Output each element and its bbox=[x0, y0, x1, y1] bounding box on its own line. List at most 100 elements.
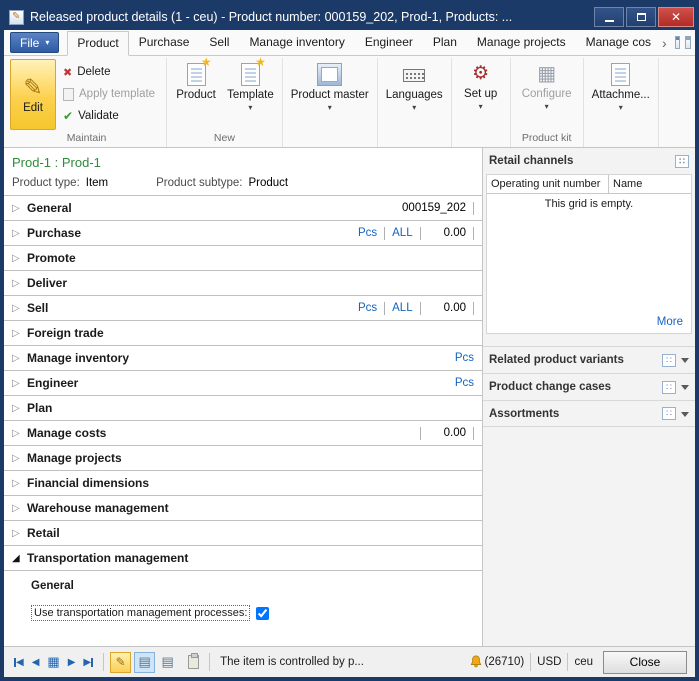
apply-template-icon bbox=[63, 88, 74, 101]
next-record-button[interactable]: ▶ bbox=[64, 657, 80, 668]
grid-empty-area bbox=[487, 212, 691, 312]
workspace-icon[interactable] bbox=[685, 36, 691, 49]
product-button[interactable]: Product bbox=[170, 59, 222, 101]
configure-button[interactable]: ▦ Configure ▾ bbox=[514, 59, 580, 111]
fasttab-retail[interactable]: ▷Retail bbox=[4, 521, 482, 546]
chevron-down-icon[interactable] bbox=[681, 385, 689, 394]
factbox-menu-icon[interactable]: ∷ bbox=[662, 407, 676, 420]
window-layout-icon[interactable] bbox=[675, 36, 681, 49]
field-divider bbox=[473, 202, 474, 215]
product-master-button[interactable]: Product master ▾ bbox=[286, 59, 374, 112]
summary-link[interactable]: ALL bbox=[392, 302, 412, 314]
expand-arrow-icon: ▷ bbox=[12, 303, 27, 314]
ribbon-group-languages: Languages ▾ bbox=[378, 58, 452, 147]
languages-icon bbox=[403, 69, 425, 82]
tab-plan[interactable]: Plan bbox=[423, 30, 467, 55]
last-record-button[interactable]: ▶ bbox=[79, 657, 97, 668]
first-record-button[interactable]: ◀ bbox=[10, 657, 28, 668]
group-label-product-kit: Product kit bbox=[514, 132, 580, 146]
close-window-button[interactable]: ✕ bbox=[658, 7, 694, 27]
factbox-related-product-variants[interactable]: Related product variants∷ bbox=[483, 346, 695, 373]
factbox-product-change-cases[interactable]: Product change cases∷ bbox=[483, 373, 695, 400]
fasttab-promote[interactable]: ▷Promote bbox=[4, 246, 482, 271]
factbox-menu-icon[interactable]: ∷ bbox=[675, 155, 689, 168]
fasttab-financial-dimensions[interactable]: ▷Financial dimensions bbox=[4, 471, 482, 496]
factbox-assortments[interactable]: Assortments∷ bbox=[483, 400, 695, 427]
company-indicator[interactable]: ceu bbox=[574, 656, 593, 668]
ribbon-tab-row: File ▾ ProductPurchaseSellManage invento… bbox=[4, 30, 695, 56]
fasttab-general[interactable]: ▷General000159_202 bbox=[4, 196, 482, 221]
tab-sell[interactable]: Sell bbox=[199, 30, 239, 55]
factbox-retail-channels-header[interactable]: Retail channels ∷ bbox=[483, 148, 695, 174]
chevron-down-icon[interactable] bbox=[681, 412, 689, 421]
fasttab-manage-costs[interactable]: ▷Manage costs0.00 bbox=[4, 421, 482, 446]
fasttab-plan[interactable]: ▷Plan bbox=[4, 396, 482, 421]
summary-link[interactable]: Pcs bbox=[455, 352, 474, 364]
delete-button[interactable]: ✖ Delete bbox=[60, 62, 163, 82]
close-form-button[interactable]: Close bbox=[603, 651, 687, 674]
summary-link[interactable]: Pcs bbox=[358, 227, 377, 239]
grid-view-button[interactable]: ▦ bbox=[43, 654, 63, 670]
validate-button[interactable]: ✔ Validate bbox=[60, 106, 163, 126]
caret-down-icon: ▾ bbox=[248, 104, 252, 112]
group-label-empty bbox=[587, 132, 655, 146]
edit-button[interactable]: ✎ Edit bbox=[10, 59, 56, 130]
column-header-operating-unit-number[interactable]: Operating unit number bbox=[487, 175, 609, 193]
tab-engineer[interactable]: Engineer bbox=[355, 30, 423, 55]
group-label-maintain: Maintain bbox=[10, 132, 163, 146]
fasttab-sell[interactable]: ▷SellPcsALL0.00 bbox=[4, 296, 482, 321]
fasttab-manage-inventory[interactable]: ▷Manage inventoryPcs bbox=[4, 346, 482, 371]
maximize-button[interactable] bbox=[626, 7, 656, 27]
ribbon-overflow-icon[interactable]: › bbox=[659, 35, 670, 51]
expand-arrow-icon: ▷ bbox=[12, 228, 27, 239]
fasttab-label: Financial dimensions bbox=[27, 476, 149, 490]
tab-product[interactable]: Product bbox=[67, 31, 128, 56]
fasttab-engineer[interactable]: ▷EngineerPcs bbox=[4, 371, 482, 396]
edit-mode-button[interactable]: ✎ bbox=[110, 652, 131, 673]
chevron-down-icon[interactable] bbox=[681, 358, 689, 367]
statusbar-separator bbox=[209, 653, 210, 671]
minimize-button[interactable] bbox=[594, 7, 624, 27]
fasttab-purchase[interactable]: ▷PurchasePcsALL0.00 bbox=[4, 221, 482, 246]
paste-icon[interactable] bbox=[188, 655, 199, 669]
fasttab-foreign-trade[interactable]: ▷Foreign trade bbox=[4, 321, 482, 346]
tab-manage-cos[interactable]: Manage cos bbox=[576, 30, 661, 55]
expand-arrow-icon: ▷ bbox=[12, 253, 27, 264]
status-message: The item is controlled by p... bbox=[220, 656, 364, 668]
languages-button[interactable]: Languages ▾ bbox=[381, 59, 448, 112]
alerts-bell-icon[interactable] bbox=[469, 655, 483, 669]
caret-down-icon: ▾ bbox=[45, 38, 49, 47]
caret-down-icon: ▾ bbox=[479, 103, 483, 111]
ribbon-group-maintain: ✎ Edit ✖ Delete Apply template ✔ Validat… bbox=[7, 58, 167, 147]
fasttab-warehouse-management[interactable]: ▷Warehouse management bbox=[4, 496, 482, 521]
tab-manage-projects[interactable]: Manage projects bbox=[467, 30, 576, 55]
group-label-empty bbox=[286, 132, 374, 146]
summary-link[interactable]: ALL bbox=[392, 227, 412, 239]
column-header-name[interactable]: Name bbox=[609, 175, 691, 193]
tab-purchase[interactable]: Purchase bbox=[129, 30, 200, 55]
factbox-menu-icon[interactable]: ∷ bbox=[662, 381, 676, 394]
list-view-toggle[interactable]: ▤ bbox=[157, 652, 178, 673]
fasttab-manage-projects[interactable]: ▷Manage projects bbox=[4, 446, 482, 471]
set-up-button[interactable]: ⚙ Set up ▾ bbox=[455, 59, 507, 111]
apply-template-button[interactable]: Apply template bbox=[60, 84, 163, 104]
factbox-menu-icon[interactable]: ∷ bbox=[662, 354, 676, 367]
field-divider bbox=[420, 227, 421, 240]
summary-link[interactable]: Pcs bbox=[455, 377, 474, 389]
caret-down-icon: ▾ bbox=[412, 104, 416, 112]
template-button[interactable]: Template ▾ bbox=[222, 59, 279, 112]
transport-checkbox[interactable] bbox=[256, 607, 269, 620]
fasttab-deliver[interactable]: ▷Deliver bbox=[4, 271, 482, 296]
expand-arrow-icon: ▷ bbox=[12, 503, 27, 514]
more-link[interactable]: More bbox=[657, 316, 683, 328]
fasttab-transportation-management[interactable]: ◢Transportation management bbox=[4, 546, 482, 571]
details-view-toggle[interactable]: ▤ bbox=[134, 652, 155, 673]
alerts-count[interactable]: (26710) bbox=[485, 656, 525, 668]
content-pane: Prod-1 : Prod-1 Product type: Item Produ… bbox=[4, 148, 483, 646]
previous-record-button[interactable]: ◀ bbox=[28, 657, 44, 668]
tab-manage-inventory[interactable]: Manage inventory bbox=[239, 30, 354, 55]
summary-link[interactable]: Pcs bbox=[358, 302, 377, 314]
attachments-button[interactable]: Attachme... ▾ bbox=[587, 59, 655, 112]
attachments-label: Attachme... bbox=[592, 89, 650, 101]
file-menu-button[interactable]: File ▾ bbox=[10, 32, 59, 53]
